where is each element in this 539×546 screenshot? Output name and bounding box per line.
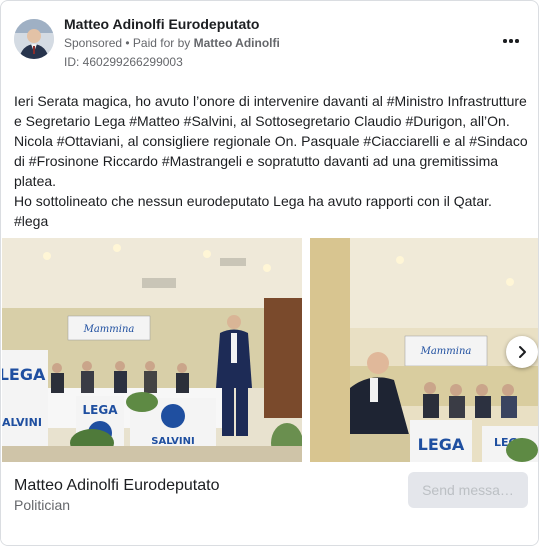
sign-sub-text: SALVINI [151,436,195,447]
footer-page-name[interactable]: Matteo Adinolfi Eurodeputato [14,477,219,495]
separator-dot: • [122,36,133,50]
avatar-image [14,19,54,59]
funder-name: Matteo Adinolfi [193,36,280,50]
more-options-button[interactable] [496,31,526,51]
post-header: Matteo Adinolfi Eurodeputato Sponsored •… [14,15,526,71]
ad-card: Matteo Adinolfi Eurodeputato Sponsored •… [0,0,539,546]
banner-text: Mammina [83,324,135,335]
avatar[interactable] [14,19,54,59]
more-horizontal-icon [503,39,507,43]
post-text-line: Ieri Serata magica, ho avuto l’onore di … [14,93,527,109]
ad-library-id: ID: 460299266299003 [64,55,183,69]
post-text-line: platea. [14,173,57,189]
send-message-button[interactable]: Send messa… [408,472,528,508]
page-name[interactable]: Matteo Adinolfi Eurodeputato [64,16,259,32]
post-text-line: Nicola #Ottaviani, al consigliere region… [14,133,528,149]
sign-text: LEGA [83,403,119,417]
sign-sub-text: SALVINI [2,416,42,429]
sign-text: LEGA [418,435,465,454]
post-text-line: #lega [14,213,49,229]
carousel-photo-2[interactable]: Mammina LEGA LEGA [310,238,538,462]
sponsored-label: Sponsored [64,36,123,50]
cta-footer: Matteo Adinolfi Eurodeputato Politician … [1,463,538,545]
chevron-right-icon [519,346,526,358]
banner-text: Mammina [420,346,472,357]
post-body-text: Ieri Serata magica, ho avuto l’onore di … [14,91,528,231]
sponsored-line: Sponsored • Paid for by Matteo Adinolfi [64,36,280,50]
post-text-line: di #Frosinone Riccardo #Mastrangeli e so… [14,153,499,169]
post-text-line: Ho sottolineato che nessun eurodeputato … [14,193,492,209]
footer-category: Politician [14,497,71,513]
post-text-line: e Segretario Lega #Matteo #Salvini, al S… [14,113,510,129]
carousel-photo-1[interactable]: Mammina LEGA SALVINI LEGA [2,238,302,462]
paid-for-label: Paid for by [132,36,194,50]
sign-text: LEGA [2,365,46,384]
carousel-next-button[interactable] [506,336,538,368]
image-carousel: Mammina LEGA SALVINI LEGA [1,238,538,462]
